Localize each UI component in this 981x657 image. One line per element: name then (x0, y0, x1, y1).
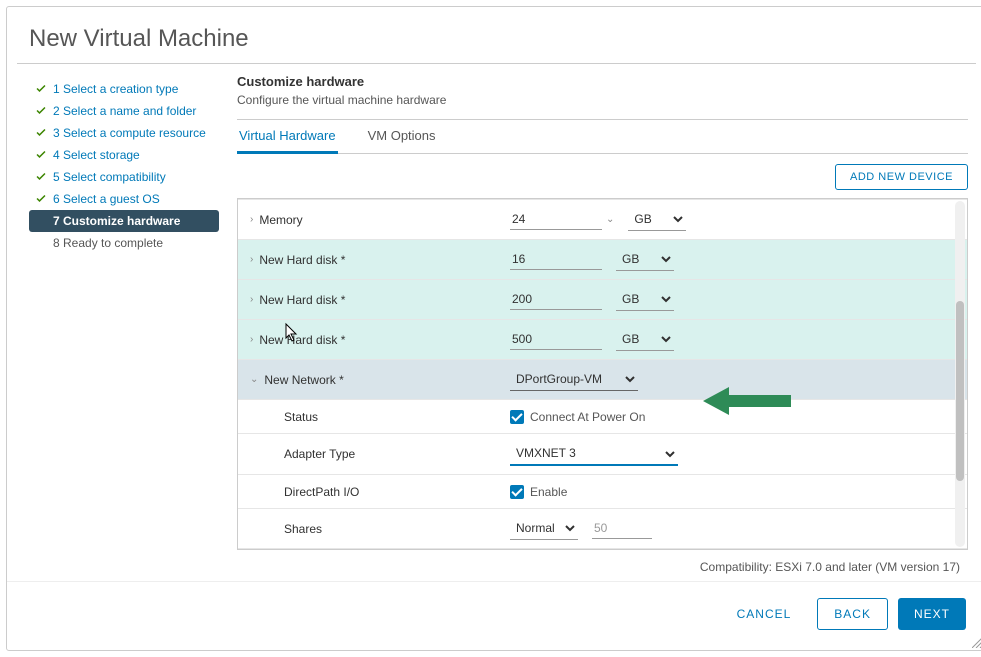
shares-level-select[interactable]: Normal (510, 517, 578, 540)
step-compute-resource[interactable]: 3 Select a compute resource (29, 122, 219, 144)
checkbox-checked-icon (510, 485, 524, 499)
step-label: 8 Ready to complete (53, 236, 163, 250)
step-creation-type[interactable]: 1 Select a creation type (29, 78, 219, 100)
step-label: 1 Select a creation type (53, 82, 178, 96)
device-list: › Memory ⌄ GB › New Hard disk * GB (237, 198, 968, 550)
step-ready-complete[interactable]: 8 Ready to complete (29, 232, 219, 254)
step-label: 5 Select compatibility (53, 170, 166, 184)
row-new-network: ⌄ New Network * DPortGroup-VM (238, 359, 967, 399)
step-label: 6 Select a guest OS (53, 192, 160, 206)
step-storage[interactable]: 4 Select storage (29, 144, 219, 166)
row-label-text: Shares (284, 522, 322, 536)
step-name-folder[interactable]: 2 Select a name and folder (29, 100, 219, 122)
checkbox-label: Connect At Power On (530, 410, 645, 424)
step-customize-hardware[interactable]: 7 Customize hardware (29, 210, 219, 232)
step-guest-os[interactable]: 6 Select a guest OS (29, 188, 219, 210)
wizard-footer: CANCEL BACK NEXT (7, 581, 981, 650)
row-label-text: Memory (259, 213, 302, 227)
connect-at-power-on-checkbox[interactable]: Connect At Power On (510, 410, 645, 424)
check-icon (35, 171, 47, 183)
row-label-text: DirectPath I/O (284, 485, 359, 499)
add-new-device-button[interactable]: ADD NEW DEVICE (835, 164, 968, 190)
row-status: Status Connect At Power On (238, 399, 967, 433)
checkbox-label: Enable (530, 485, 567, 499)
row-directpath-io: DirectPath I/O Enable (238, 474, 967, 508)
section-subheading: Configure the virtual machine hardware (237, 93, 968, 107)
network-portgroup-select[interactable]: DPortGroup-VM (510, 368, 638, 391)
step-compatibility[interactable]: 5 Select compatibility (29, 166, 219, 188)
main-panel: Customize hardware Configure the virtual… (219, 74, 976, 574)
step-label: 4 Select storage (53, 148, 140, 162)
checkbox-checked-icon (510, 410, 524, 424)
tabs: Virtual Hardware VM Options (237, 120, 968, 154)
step-label: 7 Customize hardware (53, 214, 180, 228)
memory-unit-select[interactable]: GB (628, 208, 686, 231)
section-heading: Customize hardware (237, 74, 968, 89)
hd3-size-input[interactable] (510, 329, 602, 350)
row-label-text: Status (284, 410, 318, 424)
tab-vm-options[interactable]: VM Options (366, 120, 438, 153)
new-vm-modal: New Virtual Machine 1 Select a creation … (6, 6, 981, 651)
resize-handle-icon[interactable] (972, 636, 981, 648)
step-label: 3 Select a compute resource (53, 126, 206, 140)
hd1-size-input[interactable] (510, 249, 602, 270)
row-label-text: New Network * (264, 373, 343, 387)
step-label: 2 Select a name and folder (53, 104, 196, 118)
modal-title: New Virtual Machine (7, 7, 981, 63)
adapter-type-select[interactable]: VMXNET 3 (510, 442, 678, 466)
compatibility-note: Compatibility: ESXi 7.0 and later (VM ve… (237, 560, 960, 574)
check-icon (35, 193, 47, 205)
chevron-right-icon[interactable]: › (250, 214, 253, 225)
chevron-down-icon[interactable]: ⌄ (606, 214, 614, 225)
row-hard-disk-1: › New Hard disk * GB (238, 239, 967, 279)
row-label-text: New Hard disk * (259, 253, 345, 267)
row-label-text: New Hard disk * (259, 333, 345, 347)
wizard-steps: 1 Select a creation type 2 Select a name… (29, 74, 219, 574)
check-icon (35, 83, 47, 95)
row-adapter-type: Adapter Type VMXNET 3 (238, 433, 967, 474)
row-label-text: New Hard disk * (259, 293, 345, 307)
row-reservation: Reservation ⌄ Mbit/s (238, 548, 967, 549)
check-icon (35, 149, 47, 161)
scrollbar-thumb[interactable] (956, 301, 964, 481)
chevron-right-icon[interactable]: › (250, 334, 253, 345)
toolbar: ADD NEW DEVICE (237, 164, 968, 190)
row-memory: › Memory ⌄ GB (238, 199, 967, 239)
row-shares: Shares Normal (238, 508, 967, 548)
tab-virtual-hardware[interactable]: Virtual Hardware (237, 120, 338, 154)
scrollbar[interactable] (955, 201, 965, 547)
chevron-right-icon[interactable]: › (250, 294, 253, 305)
chevron-down-icon[interactable]: ⌄ (250, 374, 258, 385)
next-button[interactable]: NEXT (898, 598, 966, 630)
chevron-right-icon[interactable]: › (250, 254, 253, 265)
hd2-unit-select[interactable]: GB (616, 288, 674, 311)
row-hard-disk-3: › New Hard disk * GB (238, 319, 967, 359)
row-hard-disk-2: › New Hard disk * GB (238, 279, 967, 319)
shares-value-input[interactable] (592, 518, 652, 539)
check-icon (35, 127, 47, 139)
hd2-size-input[interactable] (510, 289, 602, 310)
row-label-text: Adapter Type (284, 447, 355, 461)
hd1-unit-select[interactable]: GB (616, 248, 674, 271)
back-button[interactable]: BACK (817, 598, 888, 630)
directpath-enable-checkbox[interactable]: Enable (510, 485, 567, 499)
check-icon (35, 105, 47, 117)
hd3-unit-select[interactable]: GB (616, 328, 674, 351)
memory-value-input[interactable] (510, 209, 602, 230)
cancel-button[interactable]: CANCEL (721, 598, 808, 630)
